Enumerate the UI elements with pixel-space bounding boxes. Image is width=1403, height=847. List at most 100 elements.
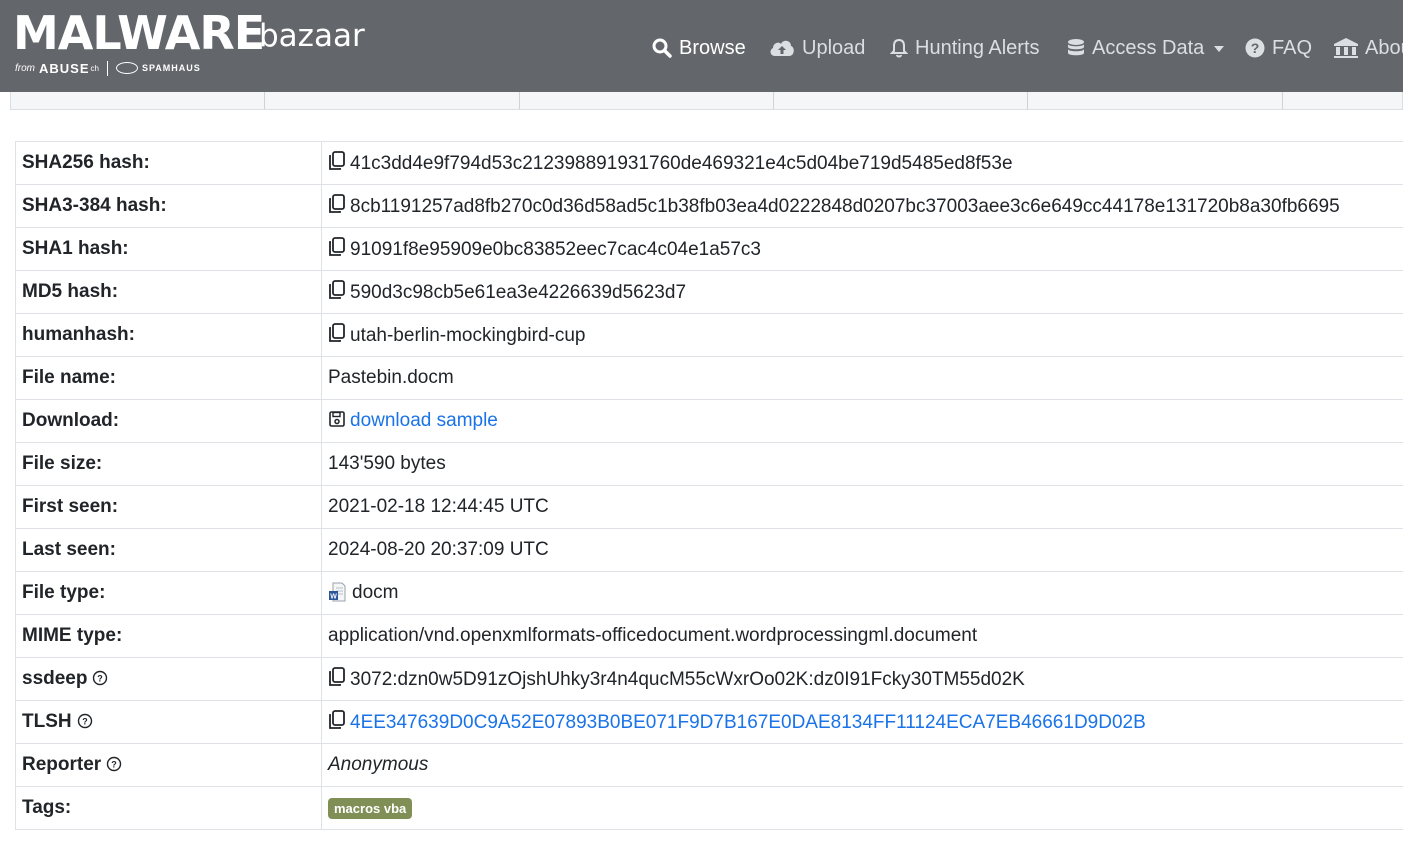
logo-title[interactable]: MALWARE [13,5,265,61]
last-seen-value: 2024-08-20 20:37:09 UTC [321,528,1403,572]
nav-browse[interactable]: Browse [652,34,746,62]
word-document-icon: W [329,582,346,602]
mime-type-label: MIME type: [15,614,322,658]
first-seen-label: First seen: [15,485,322,529]
help-icon[interactable]: ? [77,713,93,729]
sha256-cell: 41c3dd4e9f794d53c212398891931760de469321… [321,141,1403,185]
nav-faq-label: FAQ [1272,36,1313,59]
sha1-cell: 91091f8e95909e0bc83852eec7cac4c04e1a57c3 [321,227,1403,271]
copy-icon[interactable] [328,667,346,687]
file-size-label: File size: [15,442,322,486]
copy-icon[interactable] [328,237,346,257]
nav-about[interactable]: About [1334,34,1403,62]
tag-badge[interactable]: macros vba [328,798,413,819]
humanhash-label: humanhash: [15,313,322,357]
table-row-first-seen: First seen: 2021-02-18 12:44:45 UTC [15,485,1403,529]
logo-byline: from ABUSE ch SPAMHAUS [15,60,201,76]
sha3-384-cell: 8cb1191257ad8fb270c0d36d58ad5c1b38fb03ea… [321,184,1403,228]
tlsh-value-link[interactable]: 4EE347639D0C9A52E07893B0BE071F9D7B167E0D… [350,712,1146,733]
help-icon[interactable]: ? [92,670,108,686]
tab-divider [773,92,774,109]
chevron-down-icon [1214,46,1225,52]
svg-text:?: ? [82,717,88,727]
tab-divider [264,92,265,109]
copy-icon[interactable] [328,194,346,214]
spamhaus-logo: SPAMHAUS [141,63,201,73]
sha256-label: SHA256 hash: [15,141,322,185]
download-label: Download: [15,399,322,443]
table-row-humanhash: humanhash: utah-berlin-mockingbird-cup [15,313,1403,357]
sha1-label: SHA1 hash: [15,227,322,271]
nav-hunting-alerts-label: Hunting Alerts [915,36,1040,59]
abuse-ch-logo: ABUSE [39,60,90,76]
database-icon [1068,39,1084,56]
tab-divider [1282,92,1283,109]
file-name-label: File name: [15,356,322,400]
table-row-sha256: SHA256 hash: 41c3dd4e9f794d53c2123988919… [15,141,1403,185]
spamhaus-icon [115,62,138,74]
table-row-download: Download: download sample [15,399,1403,443]
nav-hunting-alerts[interactable]: Hunting Alerts [890,34,1040,62]
download-cell: download sample [321,399,1403,443]
table-row-file-type: File type: Wdocm [15,571,1403,615]
humanhash-value[interactable]: utah-berlin-mockingbird-cup [350,325,586,346]
sha256-value[interactable]: 41c3dd4e9f794d53c212398891931760de469321… [350,153,1013,174]
question-circle-icon: ? [1245,38,1265,58]
top-navbar: MALWARE bazaar from ABUSE ch SPAMHAUS Br… [0,0,1403,92]
abuse-ch-suffix: ch [90,63,99,73]
md5-cell: 590d3c98cb5e61ea3e4226639d5623d7 [321,270,1403,314]
copy-icon[interactable] [328,151,346,171]
copy-icon[interactable] [328,280,346,300]
file-type-value: docm [352,582,399,603]
tlsh-cell: 4EE347639D0C9A52E07893B0BE071F9D7B167E0D… [321,700,1403,744]
file-type-label: File type: [15,571,322,615]
file-type-cell: Wdocm [321,571,1403,615]
nav-upload[interactable]: Upload [769,34,865,62]
ssdeep-label: ssdeep [22,668,88,689]
first-seen-value: 2021-02-18 12:44:45 UTC [321,485,1403,529]
sha1-value[interactable]: 91091f8e95909e0bc83852eec7cac4c04e1a57c3 [350,239,761,260]
table-row-ssdeep: ssdeep? 3072:dzn0w5D91zOjshUhky3r4n4qucM… [15,657,1403,701]
bell-icon [890,38,908,58]
copy-icon[interactable] [328,323,346,343]
sha3-384-value[interactable]: 8cb1191257ad8fb270c0d36d58ad5c1b38fb03ea… [350,196,1340,217]
svg-text:?: ? [1251,40,1260,56]
nav-faq[interactable]: ? FAQ [1245,34,1312,62]
reporter-label: Reporter [22,754,102,775]
table-row-last-seen: Last seen: 2024-08-20 20:37:09 UTC [15,528,1403,572]
logo-subtitle[interactable]: bazaar [259,16,365,56]
logo-from-text: from [15,62,35,74]
table-row-md5: MD5 hash: 590d3c98cb5e61ea3e4226639d5623… [15,270,1403,314]
reporter-label-cell: Reporter? [15,743,322,787]
logo-divider [106,60,108,76]
tags-label: Tags: [15,786,322,830]
tab-divider [519,92,520,109]
download-sample-link[interactable]: download sample [350,410,498,431]
sha3-384-label: SHA3-384 hash: [15,184,322,228]
help-icon[interactable]: ? [106,756,122,772]
table-row-sha1: SHA1 hash: 91091f8e95909e0bc83852eec7cac… [15,227,1403,271]
nav-browse-label: Browse [679,36,746,59]
table-row-reporter: Reporter? Anonymous [15,743,1403,787]
table-row-tags: Tags: macros vba [15,786,1403,830]
ssdeep-label-cell: ssdeep? [15,657,322,701]
md5-value[interactable]: 590d3c98cb5e61ea3e4226639d5623d7 [350,282,686,303]
floppy-disk-icon [329,411,345,427]
humanhash-cell: utah-berlin-mockingbird-cup [321,313,1403,357]
nav-access-data[interactable]: Access Data [1067,34,1225,62]
md5-label: MD5 hash: [15,270,322,314]
nav-access-data-label: Access Data [1092,36,1205,59]
search-icon [652,38,672,58]
copy-icon[interactable] [328,710,346,730]
table-row-mime-type: MIME type: application/vnd.openxmlformat… [15,614,1403,658]
tags-cell: macros vba [321,786,1403,830]
file-size-value: 143'590 bytes [321,442,1403,486]
table-row-file-name: File name: Pastebin.docm [15,356,1403,400]
svg-text:?: ? [98,674,104,684]
tab-strip [10,92,1403,110]
cloud-upload-icon [770,40,794,56]
tlsh-label-cell: TLSH? [15,700,322,744]
svg-text:?: ? [111,760,117,770]
mime-type-value: application/vnd.openxmlformats-officedoc… [321,614,1403,658]
ssdeep-value[interactable]: 3072:dzn0w5D91zOjshUhky3r4n4qucM55cWxrOo… [350,669,1025,690]
